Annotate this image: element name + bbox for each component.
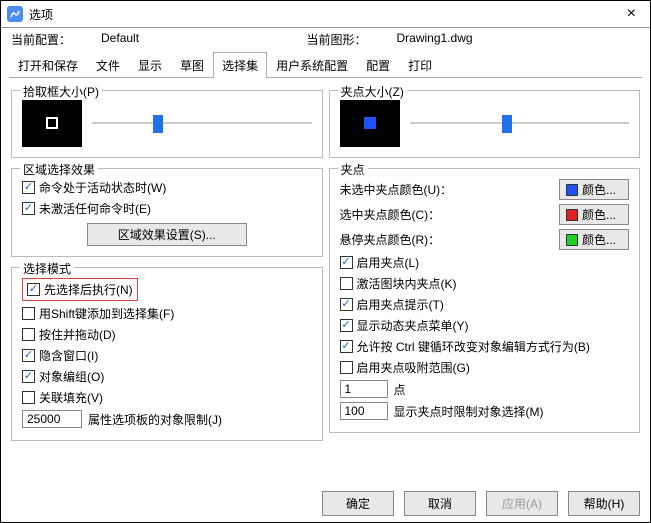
chk-dyn-grip-menu[interactable] xyxy=(340,319,353,332)
chk-dyn-grip-menu-label: 显示动态夹点菜单(Y) xyxy=(357,317,469,334)
app-icon xyxy=(7,6,23,22)
grip-group: 夹点 未选中夹点颜色(U)： 颜色... 选中夹点颜色(C)： 颜色... 悬停… xyxy=(329,168,641,433)
unsel-grip-color-label: 未选中夹点颜色(U)： xyxy=(340,181,453,198)
gripsize-group: 夹点大小(Z) xyxy=(329,90,641,158)
tab-files[interactable]: 文件 xyxy=(87,52,129,78)
grip-snap-field[interactable]: 1 xyxy=(340,380,388,398)
chk-grip-tips[interactable] xyxy=(340,298,353,311)
region-select-title: 区域选择效果 xyxy=(20,161,98,178)
chk-grip-snap-label: 启用夹点吸附范围(G) xyxy=(357,359,470,376)
chk-region-active-label: 命令处于活动状态时(W) xyxy=(39,179,166,196)
tab-display[interactable]: 显示 xyxy=(129,52,171,78)
cancel-button[interactable]: 取消 xyxy=(404,491,476,516)
sel-grip-color-label: 选中夹点颜色(C)： xyxy=(340,206,441,223)
pickbox-size-group: 拾取框大小(P) xyxy=(11,90,323,158)
chk-enable-grips-label: 启用夹点(L) xyxy=(357,254,420,271)
chk-grips-in-blocks-label: 激活图块内夹点(K) xyxy=(357,275,457,292)
chk-implied-window[interactable] xyxy=(22,349,35,362)
current-config-value: Default xyxy=(101,31,139,48)
prop-limit-field[interactable]: 25000 xyxy=(22,410,82,428)
chk-object-group[interactable] xyxy=(22,370,35,383)
current-config-label: 当前配置： xyxy=(11,31,71,48)
region-select-group: 区域选择效果 命令处于活动状态时(W) 未激活任何命令时(E) 区域效果设置(S… xyxy=(11,168,323,257)
tab-user-prefs[interactable]: 用户系统配置 xyxy=(267,52,357,78)
chk-object-group-label: 对象编组(O) xyxy=(39,368,104,385)
selection-mode-title: 选择模式 xyxy=(20,260,74,277)
tab-selection[interactable]: 选择集 xyxy=(213,52,267,78)
unsel-grip-color-button[interactable]: 颜色... xyxy=(559,179,629,200)
selection-mode-group: 选择模式 先选择后执行(N) 用Shift键添加到选择集(F) 按住并拖动(D)… xyxy=(11,267,323,441)
chk-region-noactive-label: 未激活任何命令时(E) xyxy=(39,200,151,217)
gripsize-slider[interactable] xyxy=(410,113,630,133)
grip-title: 夹点 xyxy=(338,161,368,178)
sel-grip-color-button[interactable]: 颜色... xyxy=(559,204,629,225)
current-drawing-value: Drawing1.dwg xyxy=(397,31,473,48)
chk-shift-add-label: 用Shift键添加到选择集(F) xyxy=(39,305,174,322)
gripsize-title: 夹点大小(Z) xyxy=(338,83,407,100)
apply-button[interactable]: 应用(A) xyxy=(486,491,558,516)
close-icon[interactable]: × xyxy=(619,5,644,23)
chk-grip-tips-label: 启用夹点提示(T) xyxy=(357,296,444,313)
region-effect-settings-button[interactable]: 区域效果设置(S)... xyxy=(87,223,247,246)
tab-profiles[interactable]: 配置 xyxy=(357,52,399,78)
help-button[interactable]: 帮助(H) xyxy=(568,491,640,516)
chk-press-drag-label: 按住并拖动(D) xyxy=(39,326,116,343)
swatch-sel xyxy=(566,209,578,221)
grip-preview xyxy=(340,99,400,147)
current-drawing-label: 当前图形： xyxy=(307,31,367,48)
window-title: 选项 xyxy=(29,6,619,23)
tab-plot[interactable]: 打印 xyxy=(399,52,441,78)
chk-ctrl-cycle-label: 允许按 Ctrl 键循环改变对象编辑方式行为(B) xyxy=(357,338,590,355)
grip-snap-unit: 点 xyxy=(394,381,406,398)
grip-limit-field[interactable]: 100 xyxy=(340,402,388,420)
chk-assoc-hatch[interactable] xyxy=(22,391,35,404)
tab-drafting[interactable]: 草图 xyxy=(171,52,213,78)
chk-noun-verb[interactable] xyxy=(27,283,40,296)
pickbox-slider[interactable] xyxy=(92,113,312,133)
chk-noun-verb-label: 先选择后执行(N) xyxy=(44,281,133,298)
chk-region-active[interactable] xyxy=(22,181,35,194)
chk-implied-window-label: 隐含窗口(I) xyxy=(39,347,98,364)
hover-grip-color-button[interactable]: 颜色... xyxy=(559,229,629,250)
prop-limit-label: 属性选项板的对象限制(J) xyxy=(88,411,222,428)
grip-limit-label: 显示夹点时限制对象选择(M) xyxy=(394,403,544,420)
hover-grip-color-label: 悬停夹点颜色(R)： xyxy=(340,231,441,248)
pickbox-preview xyxy=(22,99,82,147)
chk-shift-add[interactable] xyxy=(22,307,35,320)
chk-grip-snap[interactable] xyxy=(340,361,353,374)
chk-enable-grips[interactable] xyxy=(340,256,353,269)
pickbox-size-title: 拾取框大小(P) xyxy=(20,83,102,100)
tab-bar: 打开和保存 文件 显示 草图 选择集 用户系统配置 配置 打印 xyxy=(9,51,642,78)
swatch-unsel xyxy=(566,184,578,196)
chk-assoc-hatch-label: 关联填充(V) xyxy=(39,389,103,406)
ok-button[interactable]: 确定 xyxy=(322,491,394,516)
chk-ctrl-cycle[interactable] xyxy=(340,340,353,353)
chk-press-drag[interactable] xyxy=(22,328,35,341)
chk-region-noactive[interactable] xyxy=(22,202,35,215)
swatch-hover xyxy=(566,234,578,246)
highlight-box: 先选择后执行(N) xyxy=(22,278,138,301)
chk-grips-in-blocks[interactable] xyxy=(340,277,353,290)
tab-open-save[interactable]: 打开和保存 xyxy=(9,52,87,78)
